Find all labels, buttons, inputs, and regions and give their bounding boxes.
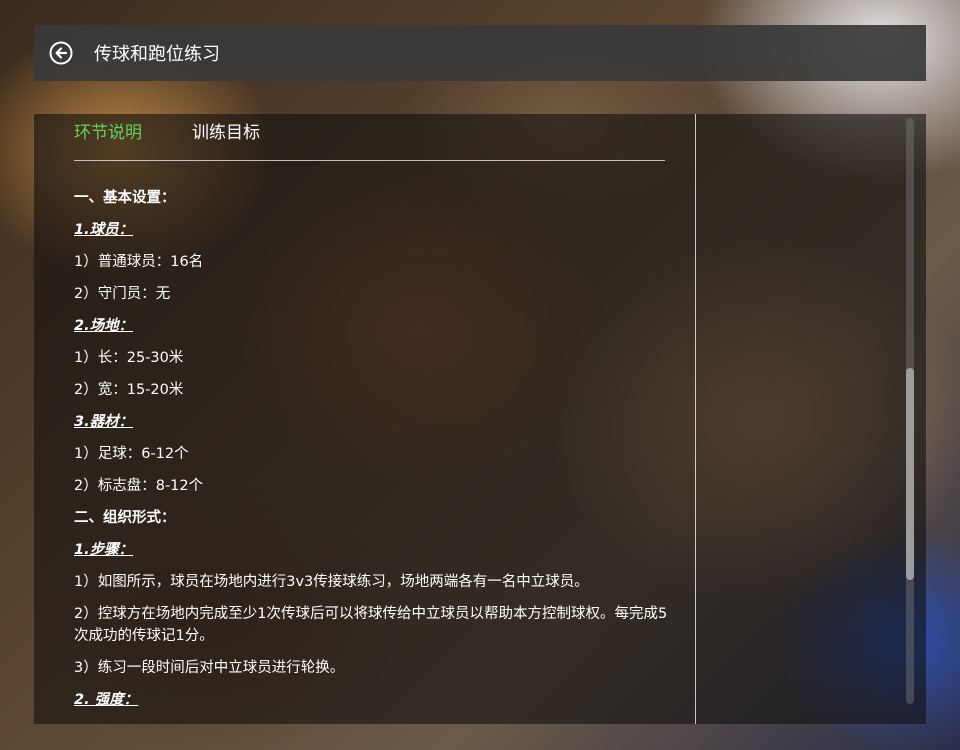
content-line: 2）控球方在场地内完成至少1次传球后可以将球传给中立球员以帮助本方控制球权。每完… — [74, 606, 668, 644]
back-button[interactable] — [48, 40, 74, 66]
content-line: 2）标志盘：8-12个 — [74, 478, 204, 494]
content-line: 1）足球：6-12个 — [74, 446, 189, 462]
title-bar: 传球和跑位练习 — [34, 25, 926, 81]
content-line: 1）长：25-30米 — [74, 350, 184, 366]
back-arrow-circle-icon — [49, 41, 73, 65]
subsection-heading: 3.器材： — [74, 414, 134, 430]
tab-bar: 环节说明 训练目标 — [74, 118, 260, 143]
subsection-heading: 1.球员： — [74, 222, 134, 238]
content-line: 2）守门员：无 — [74, 286, 171, 302]
content-panel: 环节说明 训练目标 一、基本设置： 1.球员： 1）普通球员：16名 2）守门员：无 2… — [34, 114, 926, 724]
content-line: 2）宽：15-20米 — [74, 382, 184, 398]
content-line: 3）练习一段时间后对中立球员进行轮换。 — [74, 660, 345, 676]
tab-divider — [74, 160, 665, 161]
tab-training-goals[interactable]: 训练目标 — [192, 118, 260, 143]
tab-stage-description[interactable]: 环节说明 — [74, 118, 142, 143]
section-heading: 一、基本设置： — [74, 190, 176, 206]
page-title: 传球和跑位练习 — [94, 44, 220, 65]
subsection-heading: 2. 强度： — [74, 692, 139, 708]
description-text: 一、基本设置： 1.球员： 1）普通球员：16名 2）守门员：无 2.场地： 1）长：25… — [74, 182, 674, 716]
description-column: 环节说明 训练目标 一、基本设置： 1.球员： 1）普通球员：16名 2）守门员：无 2… — [34, 114, 696, 724]
subsection-heading: 2.场地： — [74, 318, 134, 334]
content-line: 1）普通球员：16名 — [74, 254, 204, 270]
content-line: 1）如图所示，球员在场地内进行3v3传接球练习，场地两端各有一名中立球员。 — [74, 574, 589, 590]
subsection-heading: 1.步骤： — [74, 542, 134, 558]
vertical-scrollbar[interactable] — [906, 118, 914, 704]
scrollbar-thumb[interactable] — [906, 368, 914, 580]
section-heading: 二、组织形式： — [74, 510, 176, 526]
